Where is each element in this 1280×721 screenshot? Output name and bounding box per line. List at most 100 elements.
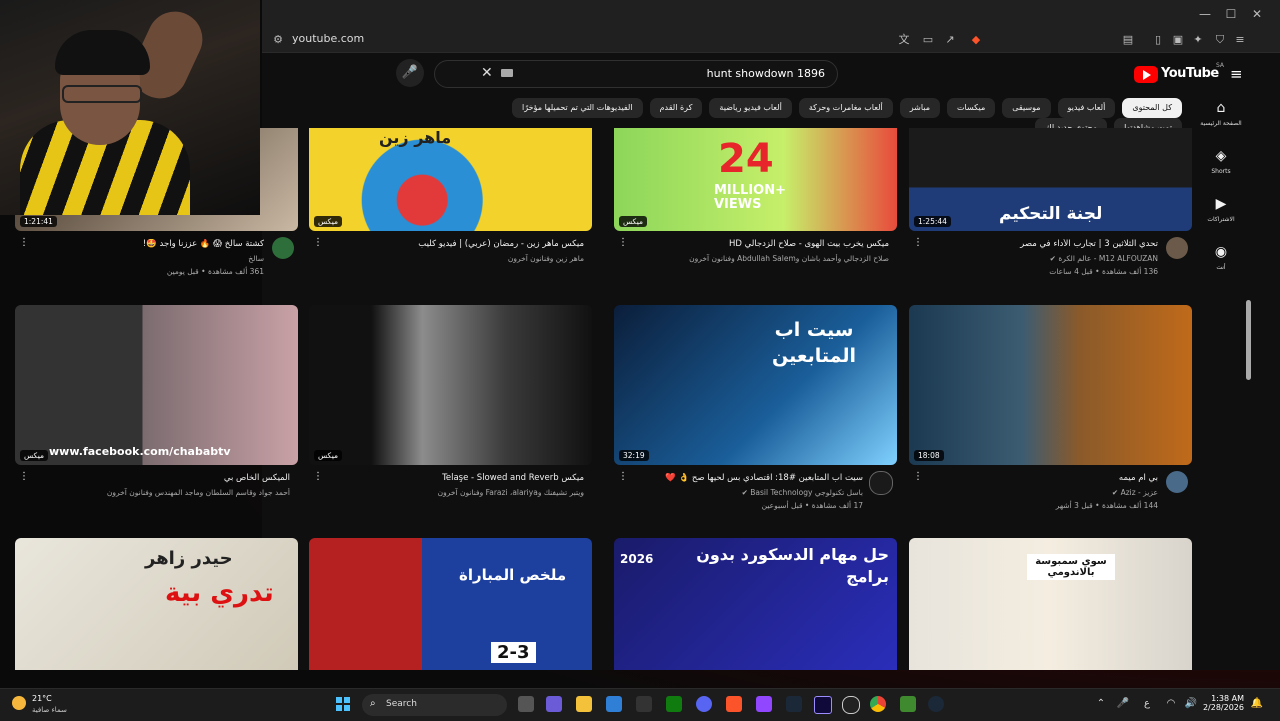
twitch-icon[interactable] [756,696,772,712]
channel-avatar[interactable] [869,471,893,495]
video-thumbnail[interactable]: سوي سمبوسة بالاندومي [909,538,1192,670]
epic-games-icon[interactable] [636,696,652,712]
video-card[interactable]: ميكس ميكس Telaşe - Slowed and Reverb ويت… [309,305,592,535]
chip-gaming[interactable]: ألعاب فيديو [1057,98,1116,118]
chip-live[interactable]: مباشر [899,98,941,118]
more-actions-icon[interactable]: ⋮ [618,237,628,248]
video-thumbnail[interactable]: 24 MILLION+ VIEWS ميكس [614,128,897,231]
channel-name[interactable]: عزيز - Aziz ✔ [943,488,1158,497]
page-scrollbar[interactable] [1246,300,1251,380]
video-card[interactable]: حيدر زاهر تدري بية [15,538,298,670]
task-view-icon[interactable] [518,696,534,712]
voice-search-button[interactable]: 🎤 [396,59,424,87]
wifi-icon[interactable]: ◠ [1164,696,1178,712]
video-card[interactable]: 24 MILLION+ VIEWS ميكس ميكس يخرب بيت اله… [614,128,897,301]
address-bar[interactable]: ⚙ youtube.com 文 ▭ ↗ ◆ ▤ ▯ ▣ ✦ ⛉ ≡ [262,28,1280,53]
obs-icon[interactable] [842,696,860,714]
video-thumbnail[interactable]: لجنة التحكيم 1:25:44 [909,128,1192,231]
volume-icon[interactable]: 🔊 [1184,696,1198,712]
steam-icon[interactable] [786,696,802,712]
chrome-icon[interactable] [870,696,886,712]
more-actions-icon[interactable]: ⋮ [913,471,923,482]
video-thumbnail[interactable]: ملخص المباراة 2-3 [309,538,592,670]
channel-name[interactable]: M12 ALFOUZAN - عالم الكرة ✔ [943,254,1158,263]
reader-icon[interactable]: ▤ [1120,32,1136,48]
channel-name[interactable]: ماهر زين وفنانون آخرون [344,254,584,263]
more-actions-icon[interactable]: ⋮ [19,237,29,248]
site-info-icon[interactable]: ⚙ [270,32,286,48]
video-title[interactable]: تحدي الثلاثين 3 | تجارب الأداء في مصر [943,239,1158,249]
video-title[interactable]: كشتة سالخ 😱 🔥 عززنا واجد 🤩! [49,239,264,249]
microphone-icon[interactable]: 🎤 [1116,696,1130,712]
minimize-button[interactable]: — [1194,4,1216,24]
channel-name[interactable]: سالخ [49,254,264,263]
clear-search-icon[interactable]: ✕ [481,65,493,81]
cast-icon[interactable]: ▭ [920,32,936,48]
more-actions-icon[interactable]: ⋮ [313,237,323,248]
tray-overflow-icon[interactable]: ⌃ [1094,696,1108,712]
video-thumbnail[interactable]: 2026 حل مهام الدسكورد بدون برامج [614,538,897,670]
channel-name[interactable]: باسل تكنولوجي Basil Technology ✔ [648,488,863,497]
guide-menu-icon[interactable]: ≡ [1230,65,1243,83]
maximize-button[interactable]: ☐ [1220,4,1242,24]
more-actions-icon[interactable]: ⋮ [913,237,923,248]
more-actions-icon[interactable]: ⋮ [19,471,29,482]
teams-icon[interactable] [546,696,562,712]
brave-shield-icon[interactable]: ◆ [968,32,984,48]
channel-name[interactable]: صلاح الزدجالي وأحمد باشان وAbdullah Sale… [649,254,889,263]
video-card[interactable]: 2026 حل مهام الدسكورد بدون برامج [614,538,897,670]
video-card[interactable]: سوي سمبوسة بالاندومي [909,538,1192,670]
video-thumbnail[interactable]: ماهر زين ميكس [309,128,592,231]
chip-all[interactable]: كل المحتوى [1122,98,1182,118]
more-actions-icon[interactable]: ⋮ [618,471,628,482]
chip-football[interactable]: كرة القدم [649,98,703,118]
chip-mixes[interactable]: ميكسات [947,98,996,118]
language-indicator[interactable]: ع [1140,696,1154,712]
sidebar-icon[interactable]: ▯ [1150,32,1166,48]
premiere-icon[interactable] [814,696,832,714]
video-title[interactable]: الميكس الخاص بي [50,473,290,483]
video-title[interactable]: ميكس Telaşe - Slowed and Reverb [344,473,584,483]
guide-you[interactable]: ◉ أنت [1196,242,1246,290]
video-title[interactable]: سيت اب المتابعين #18: اقتصادي بس لحيها ص… [648,473,863,483]
guide-shorts[interactable]: ◈ Shorts [1196,146,1246,194]
menu-icon[interactable]: ≡ [1232,32,1248,48]
translate-icon[interactable]: 文 [896,32,912,48]
video-thumbnail[interactable]: www.facebook.com/chababtv ميكس [15,305,298,465]
minecraft-icon[interactable] [900,696,916,712]
video-thumbnail[interactable]: 18:08 [909,305,1192,465]
brave-icon[interactable] [726,696,742,712]
guide-home[interactable]: ⌂ الصفحة الرئيسية [1196,98,1246,146]
video-thumbnail[interactable]: ميكس [309,305,592,465]
youtube-logo[interactable]: YouTube SA [1134,62,1224,85]
video-title[interactable]: ميكس ماهر زين - رمضان (عربي) | فيديو كلي… [344,239,584,249]
video-card[interactable]: ملخص المباراة 2-3 [309,538,592,670]
more-actions-icon[interactable]: ⋮ [313,471,323,482]
close-window-button[interactable]: ✕ [1246,4,1268,24]
search-input[interactable]: ✕ hunt showdown 1896 [434,60,838,88]
file-explorer-icon[interactable] [576,696,592,712]
video-card[interactable]: www.facebook.com/chababtv ميكس الميكس ال… [15,305,298,535]
video-card[interactable]: 18:08 بي ام ميمه عزيز - Aziz ✔ 144 ألف م… [909,305,1192,535]
video-thumbnail[interactable]: سيت اب المتابعين 32:19 [614,305,897,465]
video-card[interactable]: ماهر زين ميكس ميكس ماهر زين - رمضان (عرب… [309,128,592,301]
share-icon[interactable]: ↗ [942,32,958,48]
taskbar-search[interactable]: ⌕ Search [362,694,507,716]
xbox-icon[interactable] [666,696,682,712]
wallet-icon[interactable]: ▣ [1170,32,1186,48]
steam-alt-icon[interactable] [928,696,944,712]
search-query[interactable]: hunt showdown 1896 [707,67,825,80]
chip-action-adventure[interactable]: ألعاب مغامرات وحركة [798,98,893,118]
chip-recently-uploaded[interactable]: الفيديوهات التي تم تحميلها مؤخرًا [512,98,643,118]
chip-sports-games[interactable]: ألعاب فيديو رياضية [709,98,792,118]
channel-avatar[interactable] [1166,237,1188,259]
url-text[interactable]: youtube.com [292,32,364,45]
store-icon[interactable] [606,696,622,712]
notification-icon[interactable]: 🔔 [1250,696,1264,712]
video-card[interactable]: لجنة التحكيم 1:25:44 تحدي الثلاثين 3 | ت… [909,128,1192,301]
channel-name[interactable]: أحمد جواد وقاسم السلطان وماجد المهندس وف… [50,488,290,497]
video-title[interactable]: ميكس يخرب بيت الهوى - صلاح الزدجالي HD [649,239,889,249]
ai-icon[interactable]: ✦ [1190,32,1206,48]
video-card[interactable]: سيت اب المتابعين 32:19 سيت اب المتابعين … [614,305,897,535]
channel-avatar[interactable] [272,237,294,259]
